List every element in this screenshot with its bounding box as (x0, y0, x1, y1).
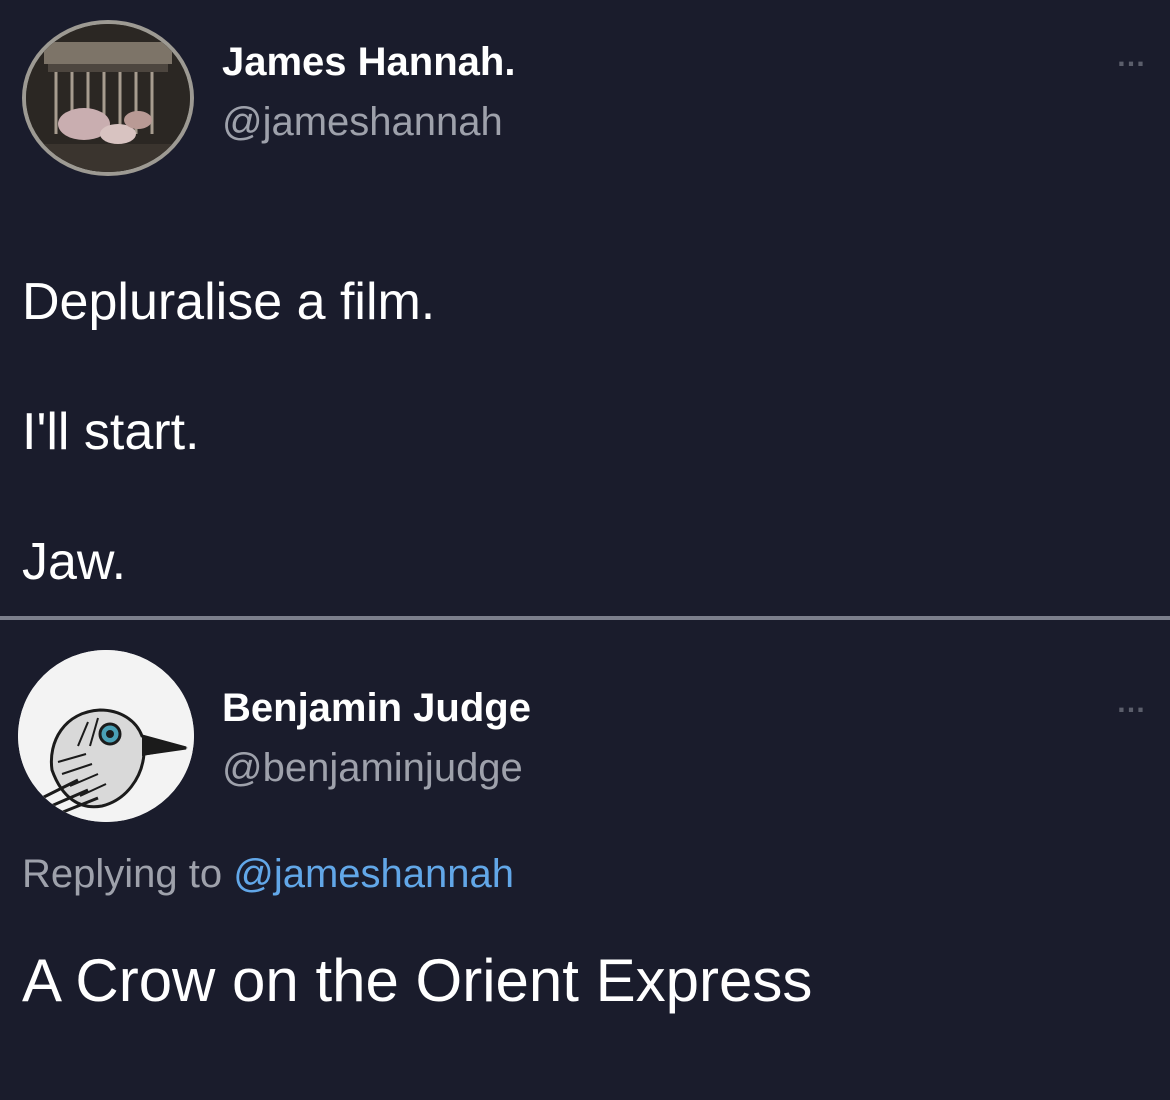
author-name[interactable]: James Hannah. (222, 40, 515, 85)
mention-link[interactable]: @jameshannah (233, 852, 514, 896)
more-options-icon[interactable]: … (1116, 686, 1146, 720)
tweet-divider (0, 616, 1170, 620)
avatar-benjamin-judge[interactable] (18, 650, 194, 822)
author-handle[interactable]: @jameshannah (222, 100, 503, 145)
crow-avatar-icon (18, 650, 194, 822)
tweet-text-line: Depluralise a film. (22, 273, 436, 331)
more-options-icon[interactable]: … (1116, 40, 1146, 74)
author-handle[interactable]: @benjaminjudge (222, 746, 523, 791)
tweet-text: A Crow on the Orient Express (22, 947, 813, 1014)
replying-to-line: Replying to @jameshannah (22, 852, 514, 897)
tweet-original: James Hannah. @jameshannah … Depluralise… (0, 0, 1170, 618)
avatar-james-hannah[interactable] (22, 20, 194, 176)
replying-label: Replying to (22, 852, 223, 896)
tweet-text-line: I'll start. (22, 403, 200, 461)
author-name[interactable]: Benjamin Judge (222, 686, 531, 731)
avatar-photo-icon (26, 24, 190, 172)
tweet-text-line: Jaw. (22, 533, 127, 591)
